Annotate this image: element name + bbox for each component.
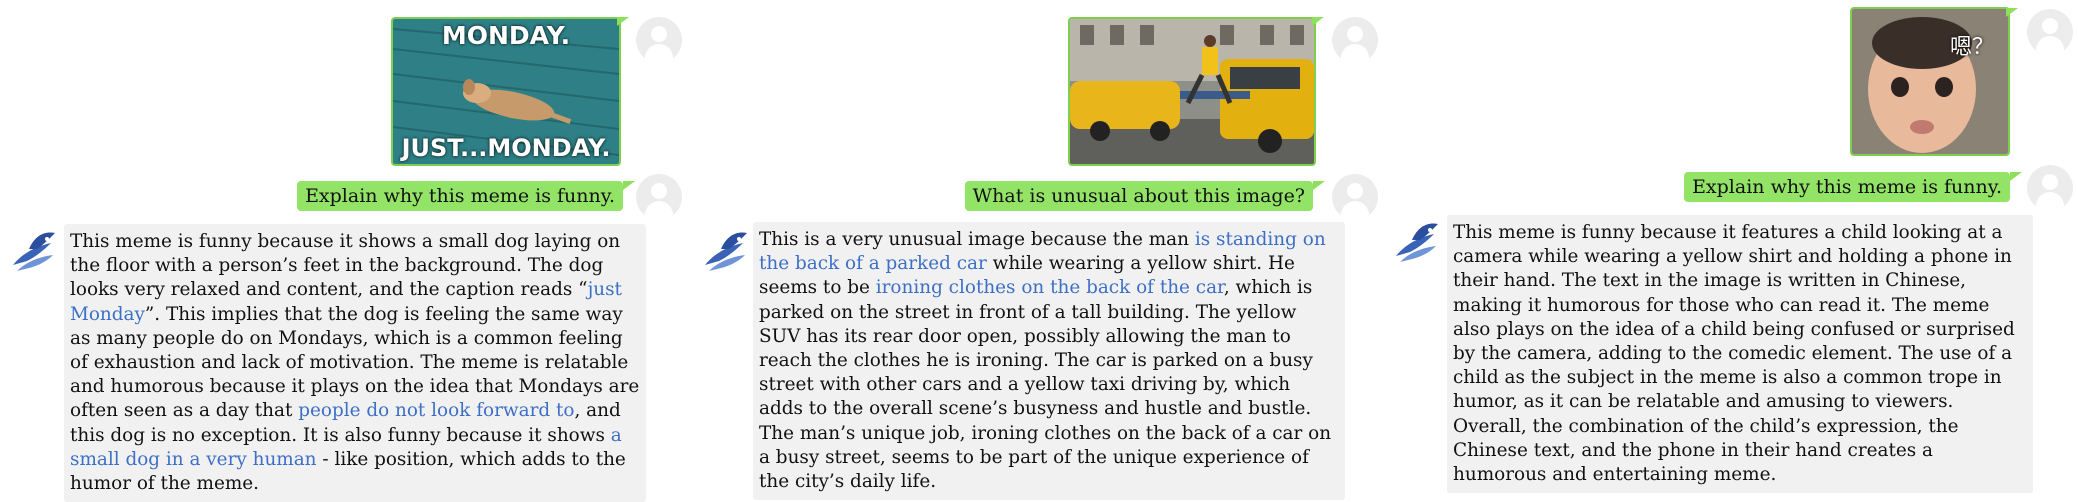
- question-bubble: What is unusual about this image?: [964, 181, 1313, 211]
- user-avatar: [2027, 9, 2073, 55]
- user-avatar: [2027, 165, 2073, 211]
- meme-image-child[interactable]: 嗯？: [1850, 7, 2010, 156]
- answer-bubble: This is a very unusual image because the…: [753, 222, 1345, 501]
- bubble-tail: [617, 17, 629, 26]
- street-scene-illustration: [1070, 19, 1314, 164]
- meme-caption-top: MONDAY.: [441, 21, 571, 50]
- assistant-bird-icon: [1396, 223, 1438, 262]
- meme-caption-bottom: JUST...MONDAY.: [401, 134, 611, 162]
- conversation-panel-1: MONDAY. JUST...MONDAY. Explain why this …: [0, 0, 690, 502]
- conversation-panel-3: 嗯？ Explain why this meme is funny. This …: [1380, 0, 2078, 494]
- meme-image-dog[interactable]: MONDAY. JUST...MONDAY.: [391, 17, 621, 166]
- user-avatar: [636, 17, 682, 63]
- conversation-panel-2: What is unusual about this image? This i…: [690, 0, 1380, 501]
- bubble-tail: [623, 181, 635, 190]
- answer-bubble: This meme is funny because it shows a sm…: [64, 224, 646, 502]
- bubble-tail: [2010, 172, 2022, 181]
- photo-man-ironing-on-taxi[interactable]: [1068, 17, 1316, 166]
- user-avatar: [1332, 17, 1378, 63]
- highlighted-phrase: ironing clothes on the back of the car: [875, 277, 1224, 299]
- bubble-tail: [1313, 181, 1325, 190]
- answer-text: This meme is funny because it shows a sm…: [70, 231, 640, 495]
- question-bubble: Explain why this meme is funny.: [297, 181, 623, 211]
- question-bubble: Explain why this meme is funny.: [1684, 172, 2010, 202]
- user-avatar: [1332, 174, 1378, 220]
- answer-bubble: This meme is funny because it features a…: [1447, 215, 2033, 494]
- meme-caption: 嗯？: [1949, 35, 1994, 60]
- answer-text: This meme is funny because it features a…: [1453, 222, 2015, 486]
- bubble-tail: [2006, 8, 2018, 17]
- answer-text: This is a very unusual image because the…: [759, 229, 1332, 493]
- assistant-bird-icon: [13, 232, 55, 271]
- bubble-tail: [1312, 17, 1324, 26]
- highlighted-phrase: people do not look forward to: [298, 400, 575, 422]
- assistant-bird-icon: [705, 232, 747, 271]
- user-avatar: [636, 174, 682, 220]
